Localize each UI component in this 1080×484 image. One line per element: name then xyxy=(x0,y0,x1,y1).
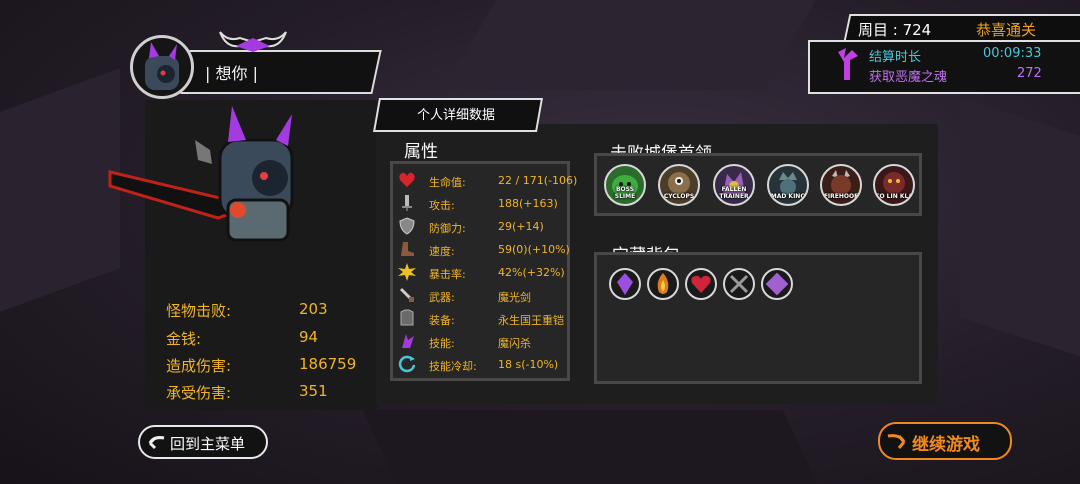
character-sprite xyxy=(108,106,294,242)
horned-crest-icon xyxy=(219,31,287,52)
boss-label: CO LIN KLA xyxy=(875,193,913,200)
back-to-menu-label: 回到主菜单 xyxy=(170,435,246,453)
attr-label: 防御力: xyxy=(429,222,466,235)
boss-label: CYCLOPS xyxy=(663,193,695,200)
avatar xyxy=(130,35,194,99)
background-shard xyxy=(362,410,818,484)
shield-icon xyxy=(399,217,415,235)
boss-colinkla-badge[interactable]: CO LIN KLA xyxy=(873,164,915,206)
forward-arrow-icon xyxy=(887,434,906,449)
boot-icon xyxy=(401,242,414,256)
boss-fallen-trainer-badge[interactable]: FALLEN TRAINER xyxy=(713,164,755,206)
settlement-time-value: 00:09:33 xyxy=(983,46,1042,61)
boss-label: FALLEN TRAINER xyxy=(719,186,749,200)
attr-value: 59(0)(+10%) xyxy=(498,243,570,256)
attr-label: 速度: xyxy=(429,245,455,258)
boss-cyclops-badge[interactable]: CYCLOPS xyxy=(658,164,700,206)
violet-rune-icon[interactable] xyxy=(761,268,793,300)
continue-game-label: 继续游戏 xyxy=(912,435,980,455)
stat-label: 造成伤害: xyxy=(166,357,232,375)
attr-label: 暴击率: xyxy=(429,268,466,281)
background-shard xyxy=(444,0,816,90)
attr-value: 188(+163) xyxy=(498,197,558,210)
heart-icon xyxy=(399,172,415,187)
cooldown-icon xyxy=(398,355,416,373)
red-heart-gem-icon[interactable] xyxy=(685,268,717,300)
boss-label: MAD KING xyxy=(770,193,806,200)
attr-label: 技能: xyxy=(429,337,455,350)
boss-label: BOSS SLIME xyxy=(614,186,636,200)
boss-firehoof-badge[interactable]: FIREHOOF xyxy=(820,164,862,206)
attr-value: 42%(+32%) xyxy=(498,266,565,279)
player-name: | 想你 | xyxy=(205,64,258,83)
souls-label: 获取恶魔之魂 xyxy=(869,70,948,85)
attr-label: 装备: xyxy=(429,314,455,327)
stat-value: 186759 xyxy=(299,355,357,373)
attr-value: 18 s(-10%) xyxy=(498,358,559,371)
demon-soul-icon xyxy=(838,48,858,80)
attributes-title: 属性 xyxy=(404,142,438,162)
attr-label: 武器: xyxy=(429,291,455,304)
attr-value: 29(+14) xyxy=(498,220,544,233)
treasure-box xyxy=(594,252,922,384)
weapon-icon xyxy=(399,287,414,302)
stat-label: 金钱: xyxy=(166,330,202,348)
boss-label: FIREHOOF xyxy=(823,193,859,200)
boss-mad-king-badge[interactable]: MAD KING xyxy=(767,164,809,206)
sword-icon xyxy=(402,195,412,211)
round-counter: 周目 : 724 xyxy=(858,21,932,39)
purple-crystal-icon[interactable] xyxy=(609,268,641,300)
souls-value: 272 xyxy=(1017,66,1042,81)
stat-label: 承受伤害: xyxy=(166,384,232,402)
back-arrow-icon xyxy=(148,436,165,450)
crit-burst-icon xyxy=(398,263,416,281)
attr-value: 魔闪杀 xyxy=(498,337,531,350)
attr-value: 永生国王重铠 xyxy=(498,314,564,327)
stat-value: 351 xyxy=(299,382,328,400)
armor-icon xyxy=(400,309,414,326)
clear-status: 恭喜通关 xyxy=(976,21,1037,39)
attr-label: 技能冷却: xyxy=(429,360,477,373)
tab-personal-details-label: 个人详细数据 xyxy=(416,108,495,123)
dark-rune-icon[interactable] xyxy=(723,268,755,300)
attr-value: 22 / 171(-106) xyxy=(498,174,578,187)
skill-icon xyxy=(402,334,414,348)
stat-value: 94 xyxy=(299,328,319,346)
boss-slime-badge[interactable]: BOSS SLIME xyxy=(604,164,646,206)
attr-value: 魔光剑 xyxy=(498,291,531,304)
stat-value: 203 xyxy=(299,300,328,318)
background-shard xyxy=(960,97,1080,363)
stat-label: 怪物击败: xyxy=(166,302,232,320)
attr-label: 生命值: xyxy=(429,176,466,189)
attr-label: 攻击: xyxy=(429,199,455,212)
settlement-time-label: 结算时长 xyxy=(869,50,922,65)
fire-gem-icon[interactable] xyxy=(647,268,679,300)
